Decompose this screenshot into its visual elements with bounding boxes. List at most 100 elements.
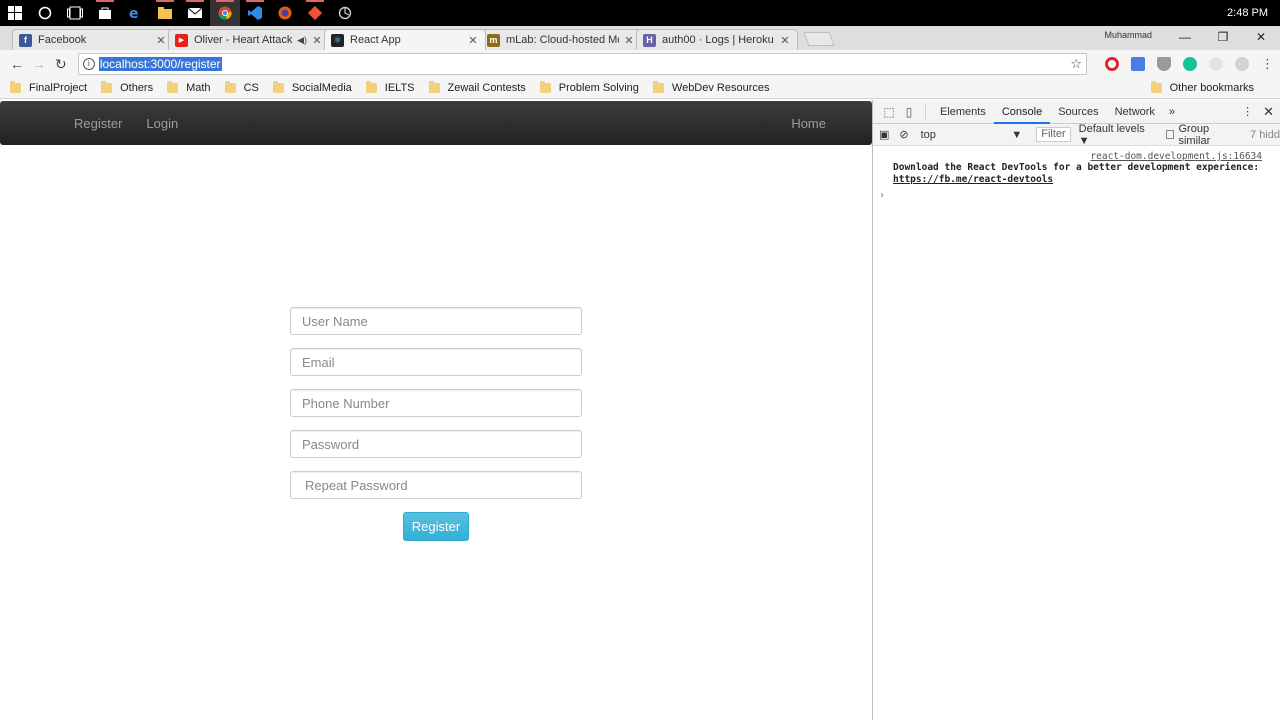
reload-icon[interactable]: ↻ bbox=[50, 56, 72, 73]
taskbar-clock[interactable]: 2:48 PM bbox=[1227, 7, 1280, 19]
log-source-link[interactable]: react-dom.development.js:16634 bbox=[893, 151, 1262, 162]
close-icon[interactable]: ✕ bbox=[779, 34, 791, 47]
browser-tab-strip: f Facebook ✕ ▶ Oliver - Heart Attack ( ◀… bbox=[0, 26, 1280, 50]
tab-heroku[interactable]: H auth00 · Logs | Heroku ✕ bbox=[636, 29, 798, 50]
tab-elements[interactable]: Elements bbox=[932, 100, 994, 124]
more-tabs-icon[interactable]: » bbox=[1163, 106, 1181, 118]
log-text: Download the React DevTools for a better… bbox=[893, 162, 1260, 173]
bookmark-label: WebDev Resources bbox=[671, 82, 770, 94]
devtools-link[interactable]: https://fb.me/react-devtools bbox=[893, 174, 1053, 185]
close-icon[interactable]: ✕ bbox=[155, 34, 167, 47]
bookmark-folder[interactable]: Zewail Contests bbox=[428, 81, 526, 94]
password-input[interactable] bbox=[290, 430, 582, 458]
email-input[interactable] bbox=[290, 348, 582, 376]
git-icon[interactable] bbox=[300, 0, 330, 26]
nav-register-link[interactable]: Register bbox=[62, 116, 134, 131]
sidebar-toggle-icon[interactable]: ▣ bbox=[879, 128, 889, 141]
json-extension-icon[interactable] bbox=[1209, 57, 1223, 71]
edge-icon[interactable]: e bbox=[120, 0, 150, 26]
bookmark-label: Zewail Contests bbox=[447, 82, 526, 94]
bookmark-folder[interactable]: Problem Solving bbox=[539, 81, 639, 94]
close-devtools-icon[interactable]: ✕ bbox=[1263, 104, 1280, 120]
audio-playing-icon[interactable]: ◀) bbox=[297, 35, 307, 46]
folder-icon bbox=[272, 81, 284, 93]
address-bar[interactable]: i localhost:3000/register ☆ bbox=[77, 53, 1087, 75]
translate-extension-icon[interactable] bbox=[1131, 57, 1145, 71]
tab-youtube[interactable]: ▶ Oliver - Heart Attack ( ◀) ✕ bbox=[168, 29, 330, 50]
close-icon[interactable]: ✕ bbox=[311, 34, 323, 47]
bookmark-label: Problem Solving bbox=[558, 82, 639, 94]
url-text[interactable]: localhost:3000/register bbox=[98, 57, 222, 71]
task-view-icon[interactable] bbox=[60, 0, 90, 26]
folder-icon bbox=[539, 81, 551, 93]
other-bookmarks[interactable]: Other bookmarks bbox=[1150, 81, 1254, 94]
devtools-menu-icon[interactable]: ⋮ bbox=[1242, 105, 1263, 118]
info-icon[interactable]: i bbox=[82, 58, 95, 70]
bookmark-folder[interactable]: WebDev Resources bbox=[652, 81, 770, 94]
bookmark-label: FinalProject bbox=[29, 82, 88, 94]
windows-taskbar: e 2:48 PM bbox=[0, 0, 1280, 26]
shield-extension-icon[interactable] bbox=[1157, 57, 1171, 71]
close-icon[interactable]: ✕ bbox=[623, 34, 635, 47]
new-tab-button[interactable] bbox=[803, 32, 835, 46]
profile-name[interactable]: Muhammad bbox=[1104, 30, 1152, 40]
restore-icon[interactable]: ❐ bbox=[1204, 26, 1242, 50]
log-levels-select[interactable]: Default levels ▼ bbox=[1079, 123, 1154, 147]
firefox-icon[interactable] bbox=[270, 0, 300, 26]
bookmark-label: Other bookmarks bbox=[1169, 82, 1254, 94]
bookmark-folder[interactable]: Math bbox=[167, 81, 211, 94]
svg-text:e: e bbox=[129, 6, 139, 20]
cortana-icon[interactable] bbox=[30, 0, 60, 26]
tab-title: auth00 · Logs | Heroku bbox=[662, 34, 774, 46]
mail-icon[interactable] bbox=[180, 0, 210, 26]
console-prompt-icon[interactable]: › bbox=[879, 190, 1262, 201]
heroku-icon: H bbox=[643, 33, 656, 47]
minimize-icon[interactable]: — bbox=[1166, 26, 1204, 50]
console-filter-input[interactable]: Filter bbox=[1036, 127, 1071, 142]
tab-facebook[interactable]: f Facebook ✕ bbox=[12, 29, 174, 50]
repeat-password-input[interactable] bbox=[290, 471, 582, 499]
phone-input[interactable] bbox=[290, 389, 582, 417]
tab-react-app[interactable]: ⚛ React App ✕ bbox=[324, 29, 486, 50]
forward-arrow-icon[interactable]: → bbox=[28, 56, 50, 72]
username-input[interactable] bbox=[290, 307, 582, 335]
bookmark-folder[interactable]: SocialMedia bbox=[272, 81, 352, 94]
inspect-element-icon[interactable]: ⬚ bbox=[879, 105, 899, 119]
device-toolbar-icon[interactable]: ▯ bbox=[899, 105, 919, 119]
bookmark-folder[interactable]: Others bbox=[101, 81, 153, 94]
vscode-icon[interactable] bbox=[240, 0, 270, 26]
register-button[interactable]: Register bbox=[403, 512, 469, 541]
clear-console-icon[interactable]: ⊘ bbox=[899, 128, 908, 141]
bookmark-folder[interactable]: CS bbox=[224, 81, 259, 94]
close-window-icon[interactable]: ✕ bbox=[1242, 26, 1280, 50]
tab-sources[interactable]: Sources bbox=[1050, 100, 1106, 124]
bookmark-folder[interactable]: FinalProject bbox=[10, 81, 88, 94]
nav-login-link[interactable]: Login bbox=[134, 116, 190, 131]
chrome-menu-icon[interactable]: ⋮ bbox=[1261, 56, 1274, 72]
devtools-tabbar: ⬚ ▯ Elements Console Sources Network » ⋮… bbox=[873, 100, 1280, 124]
context-select[interactable]: top ▼ bbox=[917, 129, 1023, 141]
opera-extension-icon[interactable] bbox=[1105, 57, 1119, 71]
group-similar-checkbox[interactable] bbox=[1165, 130, 1175, 139]
react-icon: ⚛ bbox=[331, 33, 344, 47]
chrome-icon[interactable] bbox=[210, 0, 240, 26]
back-arrow-icon[interactable]: ← bbox=[6, 56, 28, 72]
store-icon[interactable] bbox=[90, 0, 120, 26]
tab-network[interactable]: Network bbox=[1107, 100, 1163, 124]
app-icon[interactable] bbox=[330, 0, 360, 26]
bookmark-star-icon[interactable]: ☆ bbox=[1070, 56, 1082, 72]
file-explorer-icon[interactable] bbox=[150, 0, 180, 26]
browser-toolbar: ← → ↻ i localhost:3000/register ☆ ⋮ bbox=[0, 50, 1280, 78]
nav-home-link[interactable]: Home bbox=[791, 116, 826, 131]
grammarly-extension-icon[interactable] bbox=[1183, 57, 1197, 71]
bookmark-folder[interactable]: IELTS bbox=[365, 81, 415, 94]
settings-extension-icon[interactable] bbox=[1235, 57, 1249, 71]
tab-title: Facebook bbox=[38, 34, 87, 46]
extensions bbox=[1099, 57, 1255, 71]
facebook-icon: f bbox=[19, 33, 32, 47]
tab-mlab[interactable]: m mLab: Cloud-hosted Mo ✕ bbox=[480, 29, 642, 50]
close-icon[interactable]: ✕ bbox=[467, 34, 479, 47]
windows-start-icon[interactable] bbox=[0, 0, 30, 26]
bookmark-label: CS bbox=[243, 82, 259, 94]
tab-console[interactable]: Console bbox=[993, 100, 1051, 124]
